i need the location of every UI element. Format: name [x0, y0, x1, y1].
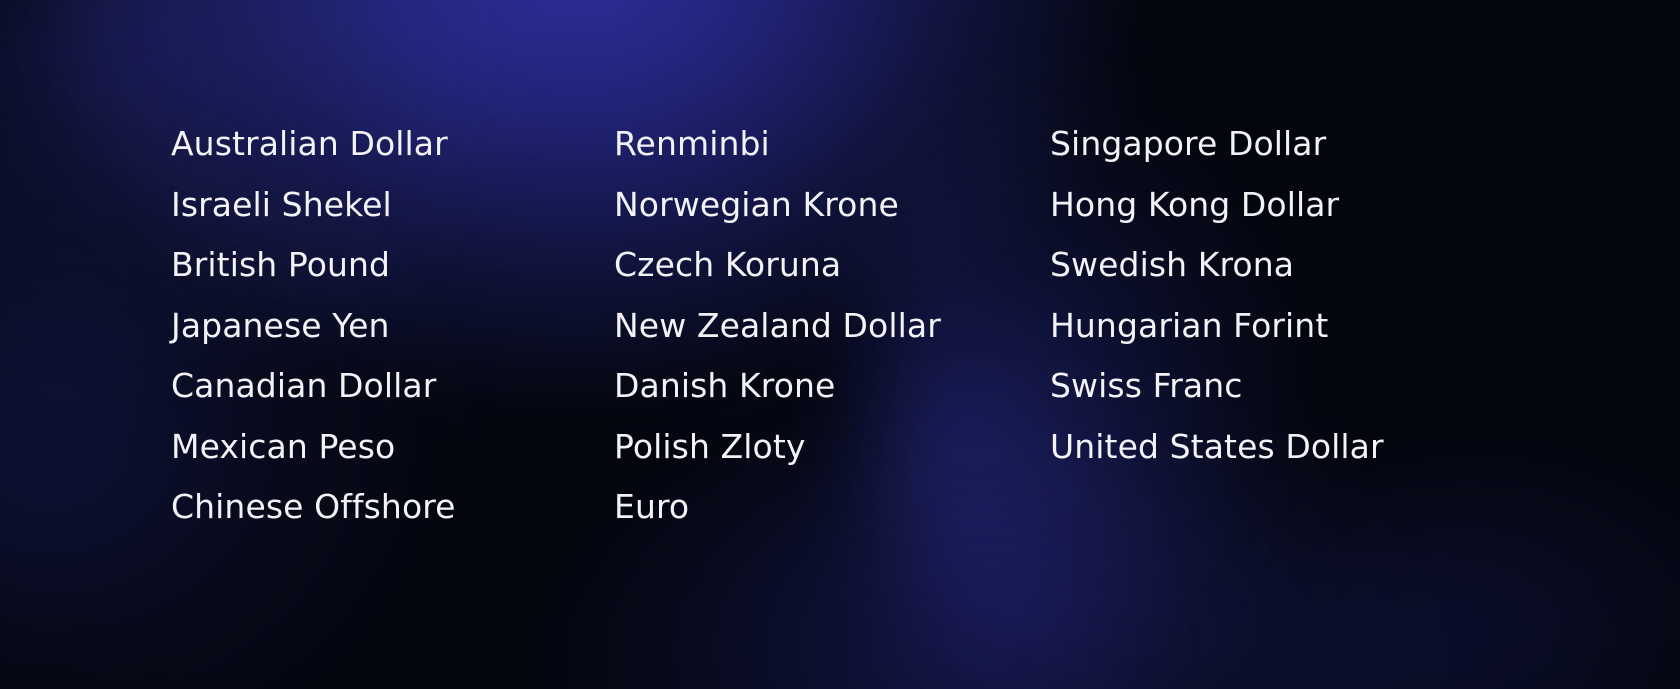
currency-item[interactable]: Australian Dollar	[171, 114, 614, 175]
currency-item[interactable]: Hungarian Forint	[1050, 296, 1530, 357]
currency-item[interactable]: Israeli Shekel	[171, 175, 614, 236]
currency-item[interactable]: Danish Krone	[614, 356, 1057, 417]
currency-item[interactable]: Singapore Dollar	[1050, 114, 1530, 175]
currency-column-2: Renminbi Norwegian Krone Czech Koruna Ne…	[614, 114, 1057, 689]
currency-item[interactable]: Polish Zloty	[614, 417, 1057, 478]
currency-item[interactable]: Norwegian Krone	[614, 175, 1057, 236]
currency-item[interactable]: Chinese Offshore	[171, 477, 614, 538]
currency-item[interactable]: British Pound	[171, 235, 614, 296]
currency-item[interactable]: Czech Koruna	[614, 235, 1057, 296]
currency-column-3: Singapore Dollar Hong Kong Dollar Swedis…	[1050, 114, 1530, 689]
currency-item[interactable]: United States Dollar	[1050, 417, 1530, 478]
currency-item[interactable]: Swiss Franc	[1050, 356, 1530, 417]
currency-item[interactable]: Swedish Krona	[1050, 235, 1530, 296]
currency-item[interactable]: Mexican Peso	[171, 417, 614, 478]
currency-list-panel: Australian Dollar Israeli Shekel British…	[0, 0, 1680, 689]
currency-item[interactable]: Hong Kong Dollar	[1050, 175, 1530, 236]
currency-item[interactable]: Japanese Yen	[171, 296, 614, 357]
currency-column-1: Australian Dollar Israeli Shekel British…	[171, 114, 614, 689]
currency-columns: Australian Dollar Israeli Shekel British…	[0, 0, 1680, 689]
currency-item[interactable]: New Zealand Dollar	[614, 296, 1057, 357]
currency-item[interactable]: Canadian Dollar	[171, 356, 614, 417]
currency-item[interactable]: Euro	[614, 477, 1057, 538]
currency-item[interactable]: Renminbi	[614, 114, 1057, 175]
